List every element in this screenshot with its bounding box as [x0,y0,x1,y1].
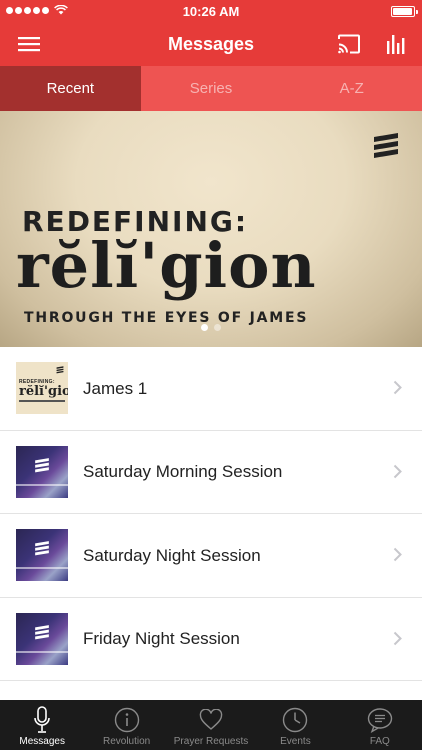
chevron-right-icon [393,631,402,645]
message-thumbnail: REDEFINING: rĕlĭ'gion [16,362,68,414]
message-thumbnail [16,445,68,498]
message-title: Saturday Morning Session [83,462,283,481]
message-list: REDEFINING: rĕlĭ'gion James 1 Saturday M… [0,347,422,681]
tab-a-z[interactable]: A-Z [281,66,422,111]
chevron-right-icon [393,547,402,562]
tab-revolution[interactable]: Revolution [84,700,168,750]
cast-button[interactable] [334,30,364,58]
status-bar: 10:26 AM [0,0,422,22]
tab-label: FAQ [369,736,390,747]
message-thumbnail [16,612,68,665]
revolution-logo-icon [35,541,49,556]
list-item[interactable]: Saturday Morning Session [0,431,422,514]
message-title: Friday Night Session [83,629,240,648]
tab-faq[interactable]: FAQ [338,700,422,750]
message-title: James 1 [83,378,148,398]
tab-events[interactable]: Events [253,700,337,750]
tab-series[interactable]: Series [140,66,282,111]
tab-label: Revolution [102,736,151,747]
cast-icon [338,34,360,54]
message-thumbnail [16,529,68,581]
list-item[interactable]: Friday Night Session [0,598,422,681]
nav-bar: Messages [0,22,422,66]
status-time: 10:26 AM [182,4,240,19]
chat-bubble-icon [367,708,393,733]
banner-title: rĕlĭ'gion [16,229,317,302]
tab-label: Prayer Requests [173,736,249,747]
tab-recent[interactable]: Recent [0,66,141,111]
list-item[interactable]: Saturday Night Session [0,514,422,598]
featured-banner[interactable]: REDEFINING: rĕlĭ'gion THROUGH THE EYES O… [0,111,422,347]
page-indicator[interactable] [0,324,422,331]
tab-prayer-requests[interactable]: Prayer Requests [169,700,253,750]
tab-messages[interactable]: Messages [0,700,84,750]
message-title: Saturday Night Session [83,545,261,565]
bar-chart-icon [387,35,405,54]
clock-icon [283,707,308,733]
revolution-logo-icon [35,624,49,639]
thumbnail-title: rĕlĭ'gion [19,384,68,399]
page-dot-1[interactable] [201,324,208,331]
info-icon [114,707,139,733]
page-dot-2[interactable] [214,324,221,331]
list-item[interactable]: REDEFINING: rĕlĭ'gion James 1 [0,347,422,431]
tab-label: Messages [19,736,65,747]
stats-button[interactable] [381,30,411,58]
segment-tabs: Recent Series A-Z [0,66,422,111]
revolution-logo-icon [35,457,49,472]
battery-icon [391,6,418,17]
heart-icon [199,709,223,730]
chevron-right-icon [393,464,402,478]
chevron-right-icon [393,380,402,395]
bottom-tab-bar: Messages Revolution Prayer Requests Even… [0,700,422,750]
revolution-logo-icon [374,133,398,158]
microphone-icon [34,706,51,733]
tab-label: Events [280,736,311,747]
revolution-logo-icon [56,366,64,374]
